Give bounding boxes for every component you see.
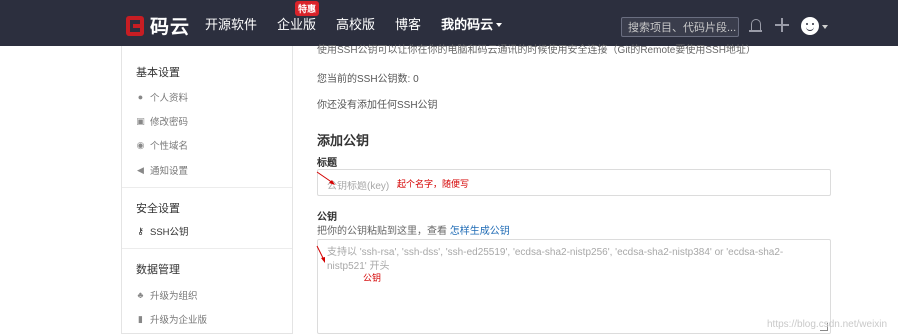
how-to-generate-link[interactable]: 怎样生成公钥 <box>450 226 510 237</box>
avatar[interactable] <box>801 17 819 35</box>
sidebar-divider <box>122 248 292 249</box>
key-label: 公钥 <box>317 212 337 223</box>
chevron-down-icon <box>496 23 503 28</box>
sidebar-item-label: 修改密码 <box>150 117 189 128</box>
intro-text: 使用SSH公钥可以让你在你的电脑和码云通讯的时候使用安全连接（Git的Remot… <box>317 45 756 56</box>
sidebar-item-label: 个性域名 <box>150 141 189 152</box>
annotation-arrow <box>316 245 325 263</box>
lock-icon: ▣ <box>136 115 145 126</box>
watermark: https://blog.csdn.net/weixin <box>767 319 888 330</box>
nav-open-source[interactable]: 开源软件 <box>205 14 257 33</box>
nav-enterprise[interactable]: 企业版 特惠 <box>277 0 320 33</box>
section-title-data: 数据管理 <box>136 264 180 276</box>
gitee-logo-icon <box>126 15 144 36</box>
building-icon: ▮ <box>138 313 143 324</box>
nav-enterprise-label: 企业版 <box>277 16 317 32</box>
search-box <box>621 17 739 37</box>
ssh-key-panel: 使用SSH公钥可以让你在你的电脑和码云通讯的时候使用安全连接（Git的Remot… <box>316 45 837 334</box>
chevron-down-icon[interactable] <box>822 25 828 29</box>
promo-badge: 特惠 <box>295 0 320 16</box>
speaker-icon: ◀ <box>137 164 144 175</box>
nav-my-gitee[interactable]: 我的码云 <box>441 14 503 33</box>
ssh-key-count: 您当前的SSH公钥数: 0 <box>317 74 419 85</box>
sidebar-item-upgrade-enterprise[interactable]: ▮ 升级为企业版 <box>136 312 208 327</box>
key-hint: 把你的公钥粘贴到这里，查看 怎样生成公钥 <box>317 222 510 237</box>
top-navbar: 码云 开源软件 企业版 特惠 高校版 博客 我的码云 <box>0 0 898 46</box>
title-label: 标题 <box>317 158 337 169</box>
section-title-security: 安全设置 <box>136 203 180 215</box>
sidebar-item-label: 个人资料 <box>150 93 189 104</box>
public-key-textarea[interactable] <box>327 246 821 326</box>
sidebar-item-profile[interactable]: ● 个人资料 <box>136 90 188 104</box>
key-field <box>317 239 831 334</box>
sidebar-item-label: 通知设置 <box>150 166 189 177</box>
sidebar-item-domain[interactable]: ◉ 个性域名 <box>136 138 189 153</box>
nav-my-gitee-label: 我的码云 <box>441 16 494 32</box>
nav-education[interactable]: 高校版 <box>336 14 375 33</box>
brand-logo[interactable]: 码云 <box>126 12 190 39</box>
annotation-arrow <box>316 171 335 185</box>
sidebar-item-upgrade-org[interactable]: ♣ 升级为组织 <box>136 288 198 302</box>
key-hint-text: 把你的公钥粘贴到这里，查看 <box>317 226 447 237</box>
sidebar-item-notifications[interactable]: ◀ 通知设置 <box>136 163 189 178</box>
group-icon: ♣ <box>137 290 144 300</box>
no-keys-message: 你还没有添加任何SSH公钥 <box>317 100 438 111</box>
bell-icon[interactable] <box>749 19 762 32</box>
add-key-heading: 添加公钥 <box>317 133 370 148</box>
brand-name: 码云 <box>150 17 191 38</box>
plus-icon[interactable] <box>775 18 789 32</box>
key-annotation: 公钥 <box>363 273 382 283</box>
settings-sidebar: 基本设置 ● 个人资料 ▣ 修改密码 ◉ 个性域名 ◀ 通知设置 安全设置 ⚷ … <box>121 46 293 334</box>
search-input[interactable] <box>622 19 738 37</box>
title-annotation: 起个名字，随便写 <box>397 179 470 189</box>
sidebar-item-ssh-keys[interactable]: ⚷ SSH公钥 <box>136 224 189 239</box>
main-nav: 开源软件 企业版 特惠 高校版 博客 我的码云 <box>205 0 522 46</box>
user-icon: ● <box>137 92 144 102</box>
sidebar-item-label: 升级为组织 <box>150 291 198 302</box>
sidebar-item-label: 升级为企业版 <box>150 315 208 326</box>
section-title-basic: 基本设置 <box>136 67 180 79</box>
nav-blog[interactable]: 博客 <box>395 14 421 33</box>
sidebar-item-password[interactable]: ▣ 修改密码 <box>136 114 189 129</box>
sidebar-item-label: SSH公钥 <box>150 227 189 238</box>
title-field <box>317 169 831 196</box>
sidebar-divider <box>122 187 292 188</box>
globe-icon: ◉ <box>136 139 145 150</box>
key-icon: ⚷ <box>137 225 144 236</box>
